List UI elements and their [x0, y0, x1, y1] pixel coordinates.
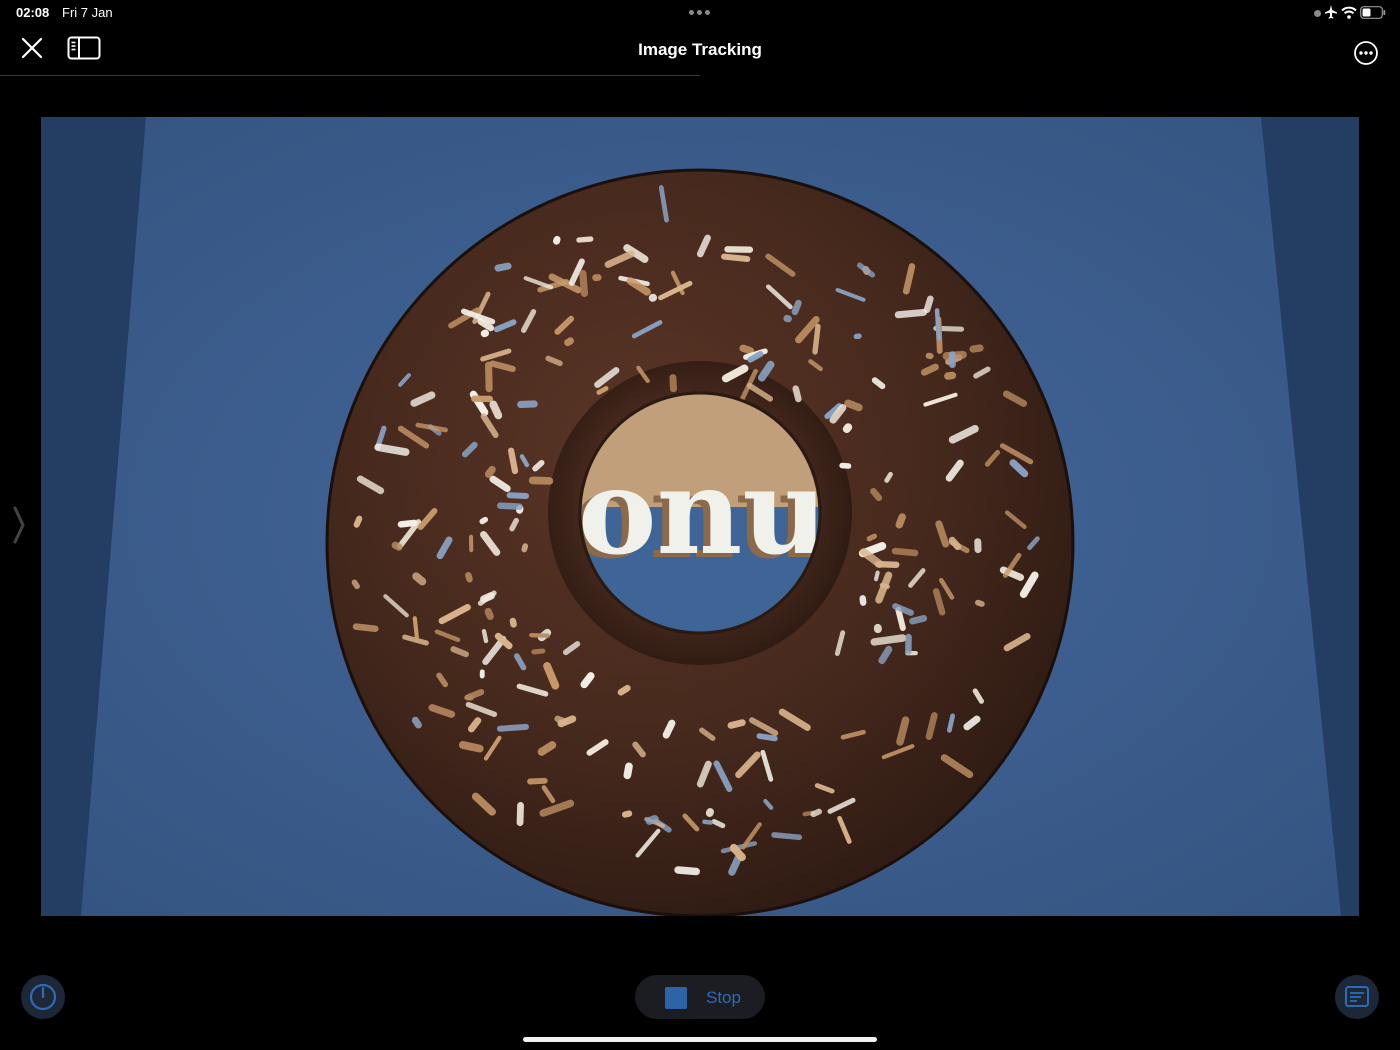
performance-gauge-button[interactable]: [21, 975, 65, 1019]
sprinkle: [974, 538, 982, 554]
sprinkle: [592, 274, 602, 282]
status-icons: [1314, 5, 1386, 21]
sprinkle: [905, 633, 912, 655]
gauge-icon: [29, 983, 57, 1011]
marker-text: onu: [578, 442, 828, 581]
status-date: Fri 7 Jan: [62, 5, 113, 20]
airplane-icon: [1324, 4, 1338, 25]
sprinkle: [874, 560, 900, 569]
ellipsis-circle-icon[interactable]: [1353, 40, 1379, 66]
sprinkle: [529, 633, 550, 638]
wifi-icon: [1341, 6, 1357, 24]
sprinkle: [528, 476, 554, 485]
console-log-icon: [1345, 986, 1369, 1007]
sprinkle: [517, 400, 538, 409]
nav-divider: [0, 75, 700, 76]
sprinkle: [948, 351, 956, 368]
console-log-button[interactable]: [1335, 975, 1379, 1019]
stop-icon: [665, 987, 687, 1009]
sprinkle: [506, 492, 529, 499]
ar-camera-view[interactable]: onu onu: [41, 117, 1359, 916]
side-handle-chevron-icon[interactable]: [12, 505, 26, 550]
sprinkle: [516, 802, 524, 827]
navigation-bar: Image Tracking: [0, 26, 1400, 76]
sprinkle: [479, 669, 485, 679]
sprinkle: [527, 777, 548, 785]
home-indicator[interactable]: [523, 1037, 877, 1042]
ar-scene: onu onu: [41, 117, 1359, 916]
sprinkle: [468, 534, 474, 553]
sprinkle: [497, 502, 523, 510]
screen: 02:08 Fri 7 Jan Image Tracking onu onu S…: [0, 0, 1400, 1050]
sprinkle: [471, 395, 493, 403]
stop-button[interactable]: Stop: [635, 975, 765, 1019]
page-title: Image Tracking: [638, 40, 762, 59]
status-time: 02:08: [16, 5, 50, 20]
multitasking-dots-icon[interactable]: [689, 10, 711, 16]
status-bar: 02:08 Fri 7 Jan: [0, 0, 1400, 26]
sprinkle: [839, 462, 852, 469]
sprinkle: [669, 374, 677, 393]
battery-icon: [1360, 6, 1386, 24]
sprinkle: [724, 246, 754, 253]
stop-label: Stop: [706, 988, 741, 1007]
privacy-indicator-icon: [1314, 10, 1321, 17]
